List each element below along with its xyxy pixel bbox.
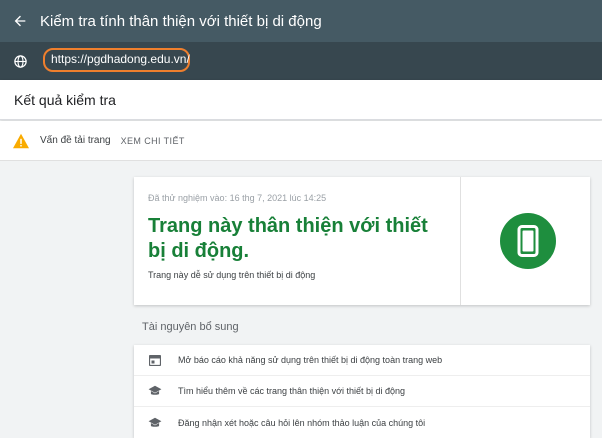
- resource-item-report[interactable]: Mở báo cáo khả năng sử dụng trên thiết b…: [134, 345, 590, 376]
- result-heading: Trang này thân thiện với thiết bị di độn…: [148, 215, 428, 262]
- issue-label: Vấn đề tải trang: [40, 135, 111, 146]
- school-icon: [148, 384, 162, 398]
- tested-timestamp: Đã thử nghiệm vào: 16 thg 7, 2021 lúc 14…: [148, 193, 327, 203]
- view-details-link[interactable]: XEM CHI TIẾT: [121, 136, 185, 146]
- url-text[interactable]: https://pgdhadong.edu.vn/: [51, 52, 190, 66]
- resource-label: Tìm hiểu thêm về các trang thân thiện vớ…: [178, 386, 406, 396]
- arrow-back-icon: [14, 15, 26, 27]
- mobile-friendly-badge: [500, 213, 556, 269]
- app-header: Kiểm tra tính thân thiện với thiết bị di…: [0, 0, 602, 42]
- back-button[interactable]: [0, 0, 40, 42]
- report-icon: [148, 353, 162, 367]
- page-title: Kiểm tra tính thân thiện với thiết bị di…: [40, 12, 322, 30]
- result-subtitle: Trang này dễ sử dụng trên thiết bị di độ…: [148, 270, 316, 280]
- warning-icon: [13, 133, 29, 148]
- resources-title: Tài nguyên bổ sung: [142, 321, 239, 333]
- resource-label: Đăng nhận xét hoặc câu hỏi lên nhóm thảo…: [178, 417, 426, 428]
- results-header: Kết quả kiểm tra: [0, 80, 602, 120]
- globe-icon: [0, 42, 40, 80]
- resources-list: Mở báo cáo khả năng sử dụng trên thiết b…: [134, 345, 590, 438]
- page-loading-issues-row: Vấn đề tải trang XEM CHI TIẾT: [0, 121, 602, 161]
- resource-item-discuss[interactable]: Đăng nhận xét hoặc câu hỏi lên nhóm thảo…: [134, 407, 590, 438]
- result-card: Đã thử nghiệm vào: 16 thg 7, 2021 lúc 14…: [134, 177, 590, 305]
- resource-item-learn[interactable]: Tìm hiểu thêm về các trang thân thiện vớ…: [134, 376, 590, 407]
- resource-label: Mở báo cáo khả năng sử dụng trên thiết b…: [178, 355, 443, 365]
- smartphone-icon: [517, 225, 539, 257]
- school-icon: [148, 416, 162, 430]
- card-divider: [460, 177, 461, 305]
